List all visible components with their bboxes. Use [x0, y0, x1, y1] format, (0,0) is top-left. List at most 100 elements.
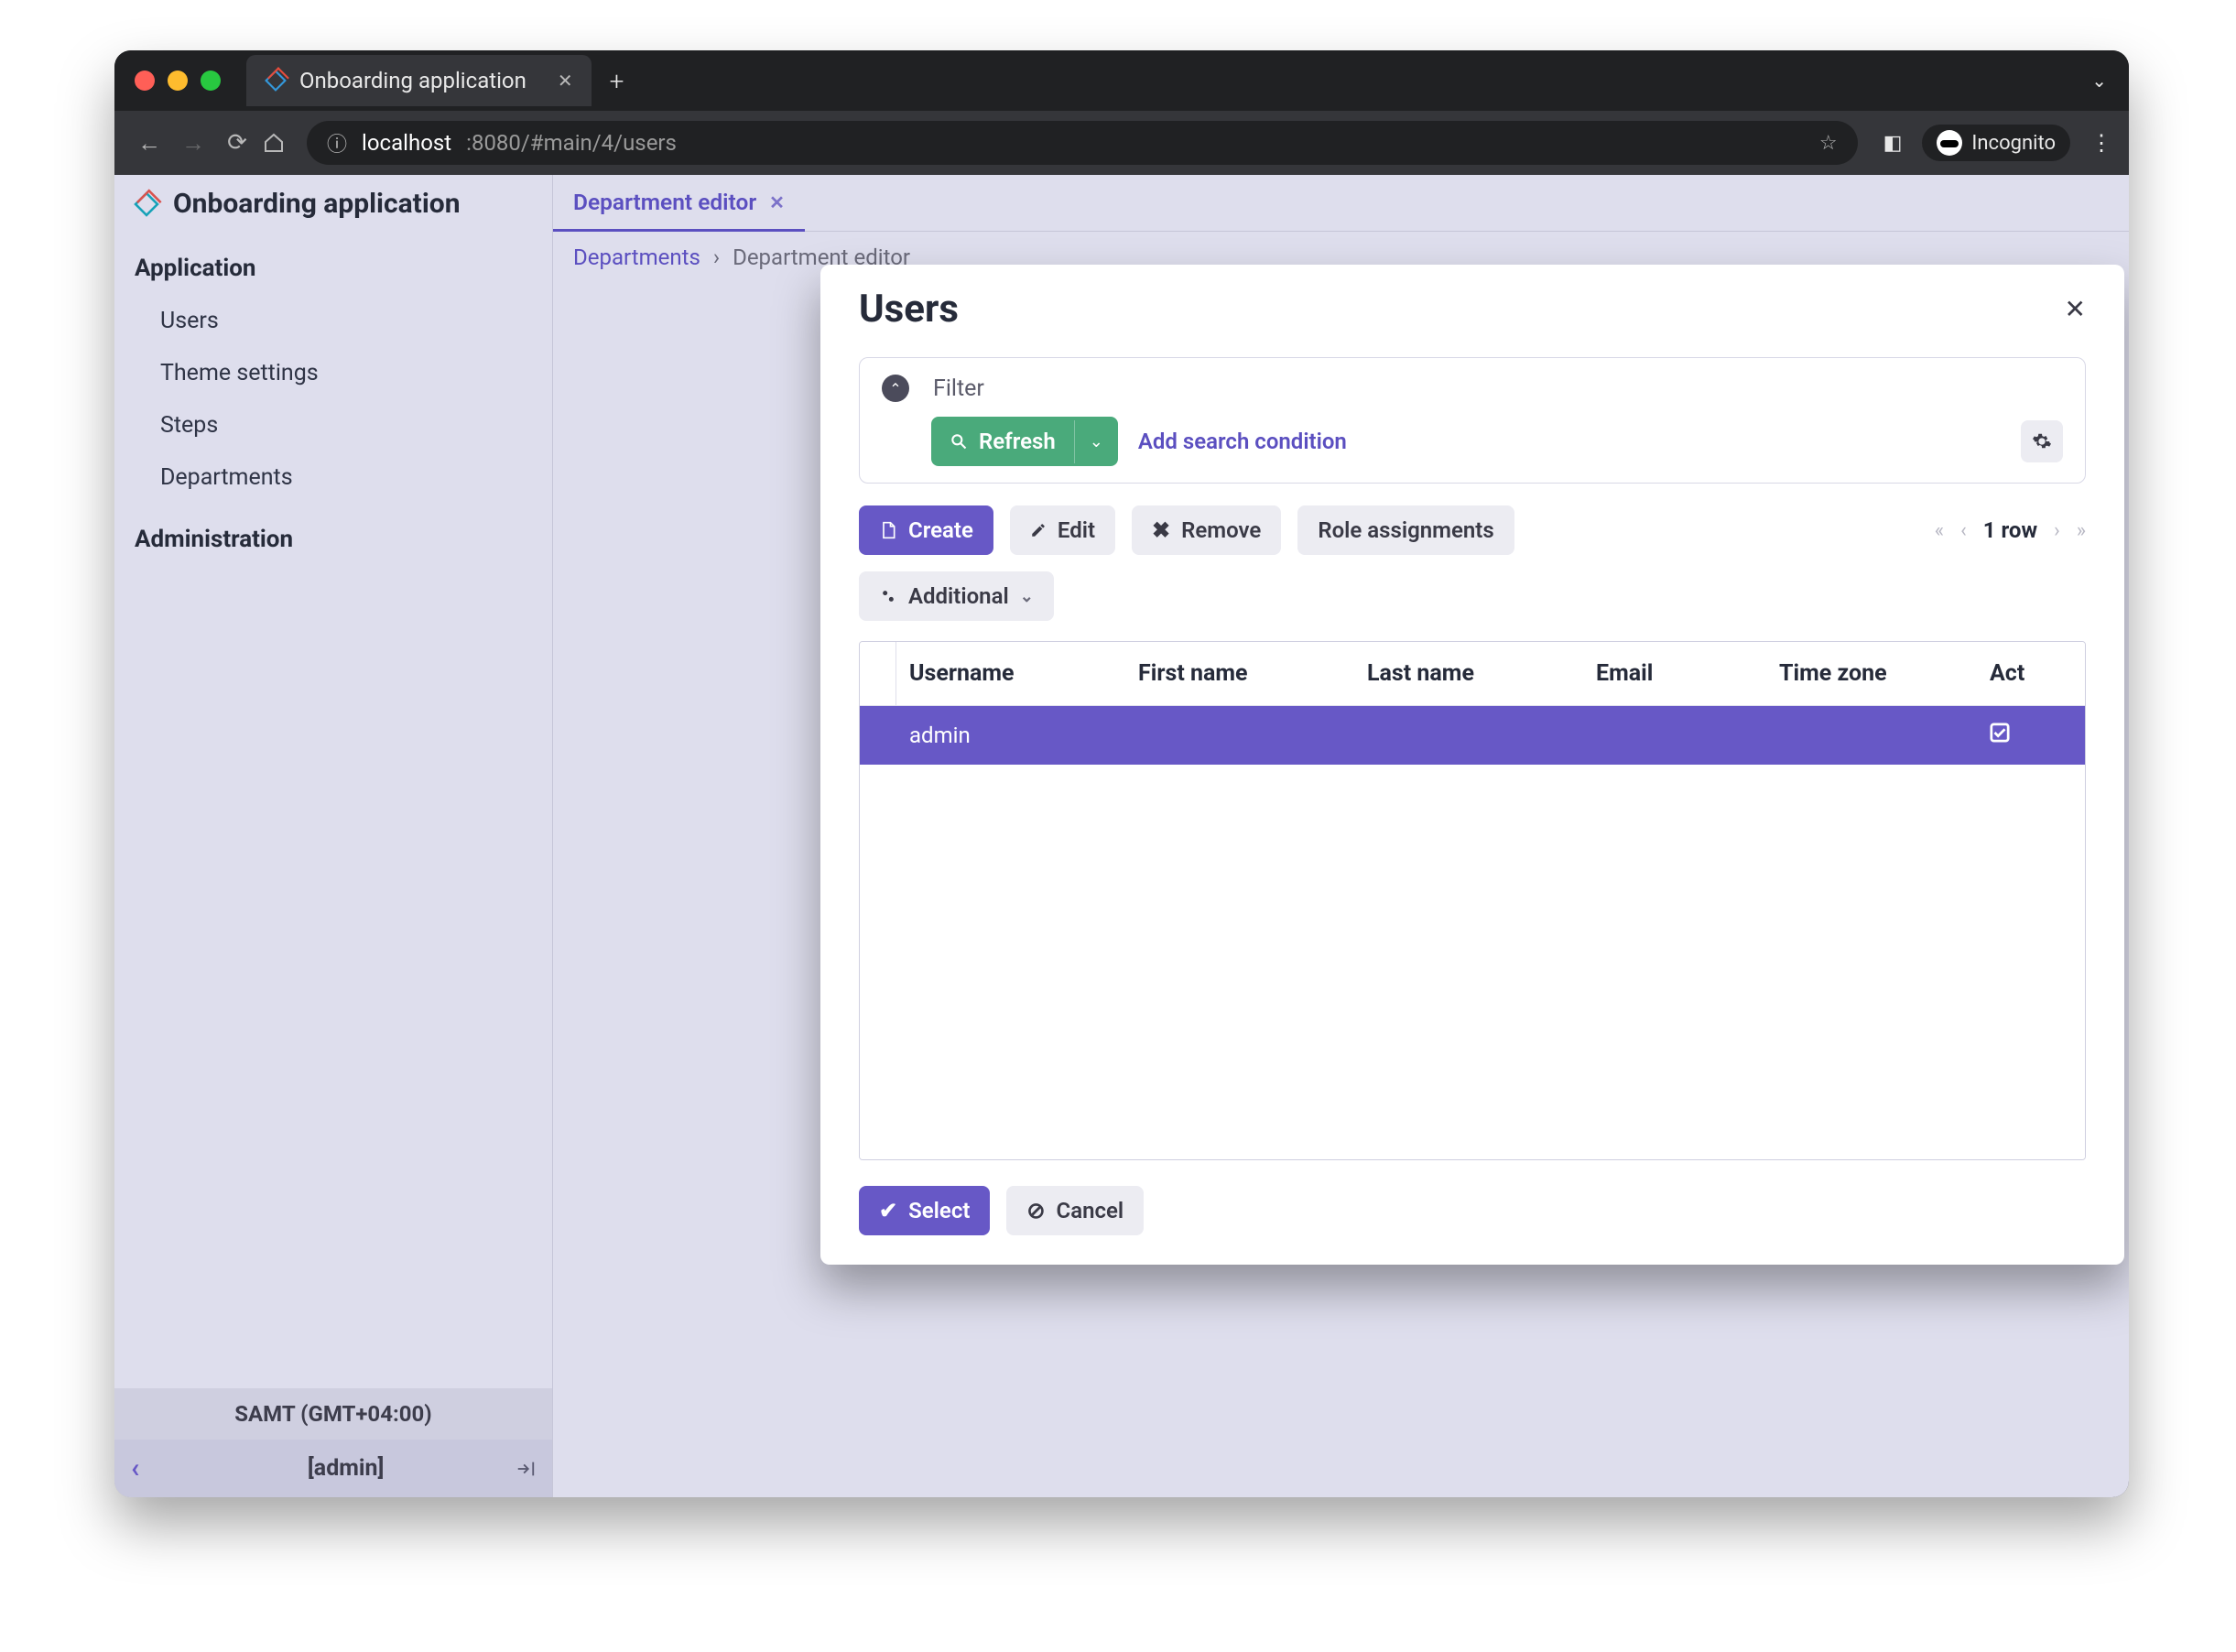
sidebar-item-users[interactable]: Users: [114, 295, 552, 347]
remove-button[interactable]: ✖ Remove: [1132, 505, 1281, 555]
check-icon: [1990, 723, 2010, 743]
refresh-dropdown-button[interactable]: ⌄: [1074, 420, 1118, 463]
table-body-empty: [860, 765, 2085, 1159]
th-first-name[interactable]: First name: [1125, 642, 1354, 705]
remove-x-icon: ✖: [1152, 517, 1170, 543]
ban-icon: ⊘: [1026, 1198, 1045, 1223]
nav-home-button[interactable]: [263, 132, 299, 154]
cell-email: [1583, 706, 1766, 765]
url-path: :8080/#main/4/users: [466, 130, 677, 156]
add-search-condition-link[interactable]: Add search condition: [1138, 429, 1347, 454]
extensions-icon[interactable]: ◧: [1883, 132, 1903, 155]
pager-next-button[interactable]: ›: [2054, 519, 2060, 542]
cell-last-name: [1354, 706, 1583, 765]
sidebar-section-application[interactable]: Application: [114, 233, 552, 295]
browser-menu-button[interactable]: ⋮: [2090, 130, 2112, 156]
browser-tab[interactable]: Onboarding application ✕: [246, 55, 592, 106]
select-button[interactable]: ✔ Select: [859, 1186, 990, 1235]
th-last-name[interactable]: Last name: [1354, 642, 1583, 705]
crud-toolbar: Create Edit ✖ Remove Role assignments: [859, 505, 2086, 555]
modal-title: Users: [859, 287, 959, 331]
cell-time-zone: [1766, 706, 1977, 765]
pager: « ‹ 1 row › »: [1935, 517, 2086, 543]
cell-active: [1977, 706, 2068, 765]
sidebar-section-administration[interactable]: Administration: [114, 504, 552, 566]
users-modal: Users ✕ ⌃ Filter Refresh: [820, 265, 2124, 1265]
main-area: Department editor ✕ Departments › Depart…: [553, 175, 2129, 1497]
search-icon: [950, 432, 968, 451]
sidebar-item-theme-settings[interactable]: Theme settings: [114, 347, 552, 399]
brand-logo-icon: [133, 190, 160, 218]
timezone-label[interactable]: SAMT (GMT+04:00): [114, 1388, 552, 1440]
sidebar-item-departments[interactable]: Departments: [114, 451, 552, 504]
nav-forward-button[interactable]: →: [175, 129, 212, 158]
create-button[interactable]: Create: [859, 505, 993, 555]
incognito-badge[interactable]: Incognito: [1922, 125, 2070, 161]
pager-prev-button[interactable]: ‹: [1960, 519, 1967, 542]
filter-settings-button[interactable]: [2021, 420, 2063, 462]
additional-toolbar: Additional ⌄: [859, 571, 2086, 621]
user-row: ‹ [admin]: [114, 1440, 552, 1497]
check-icon: ✔: [879, 1198, 897, 1223]
incognito-icon: [1937, 130, 1962, 156]
filter-label: Filter: [933, 375, 984, 402]
users-table: Username First name Last name Email Time…: [859, 641, 2086, 1160]
logout-icon[interactable]: [516, 1459, 536, 1479]
table-row[interactable]: admin: [860, 706, 2085, 765]
th-active[interactable]: Act: [1977, 642, 2068, 705]
app-favicon-icon: [265, 70, 287, 92]
refresh-label: Refresh: [979, 429, 1056, 454]
cancel-label: Cancel: [1057, 1198, 1124, 1223]
brand[interactable]: Onboarding application: [114, 175, 552, 233]
edit-label: Edit: [1058, 517, 1095, 543]
th-email[interactable]: Email: [1583, 642, 1766, 705]
app-area: Onboarding application Application Users…: [114, 175, 2129, 1497]
additional-button[interactable]: Additional ⌄: [859, 571, 1054, 621]
chevron-down-icon: ⌄: [1020, 587, 1034, 606]
pager-last-button[interactable]: »: [2077, 519, 2086, 542]
url-box[interactable]: ⓘ localhost :8080/#main/4/users ☆: [307, 121, 1858, 165]
tabs-menu-button[interactable]: ⌄: [2091, 70, 2107, 92]
filter-collapse-icon[interactable]: ⌃: [882, 375, 909, 402]
bookmark-star-icon[interactable]: ☆: [1819, 132, 1838, 155]
sidebar-item-steps[interactable]: Steps: [114, 399, 552, 451]
gear-icon: [2032, 431, 2052, 451]
th-select[interactable]: [860, 642, 896, 705]
filter-header: ⌃ Filter: [882, 375, 2063, 402]
collapse-sidebar-button[interactable]: ‹: [131, 1452, 139, 1484]
tab-close-button[interactable]: ✕: [558, 70, 573, 92]
roles-label: Role assignments: [1318, 517, 1493, 543]
current-user-label[interactable]: [admin]: [176, 1455, 516, 1482]
modal-overlay: Users ✕ ⌃ Filter Refresh: [553, 175, 2129, 1497]
additional-label: Additional: [908, 583, 1009, 609]
cogs-icon: [879, 587, 897, 605]
browser-window: Onboarding application ✕ + ⌄ ← → ⟳ ⓘ loc…: [114, 50, 2129, 1497]
cell-username: admin: [896, 706, 1125, 765]
window-maximize-button[interactable]: [201, 71, 221, 91]
filter-actions: Refresh ⌄ Add search condition: [882, 417, 2063, 466]
role-assignments-button[interactable]: Role assignments: [1297, 505, 1514, 555]
modal-footer: ✔ Select ⊘ Cancel: [859, 1186, 2086, 1235]
edit-button[interactable]: Edit: [1010, 505, 1115, 555]
refresh-button[interactable]: Refresh ⌄: [931, 417, 1118, 466]
refresh-main: Refresh: [931, 417, 1074, 466]
site-info-icon[interactable]: ⓘ: [327, 128, 347, 158]
pencil-icon: [1030, 522, 1047, 538]
pager-count-label: 1 row: [1983, 517, 2037, 543]
new-tab-button[interactable]: +: [610, 66, 624, 96]
nav-reload-button[interactable]: ⟳: [219, 129, 255, 157]
cancel-button[interactable]: ⊘ Cancel: [1006, 1186, 1144, 1235]
remove-label: Remove: [1181, 517, 1261, 543]
window-minimize-button[interactable]: [168, 71, 188, 91]
brand-title: Onboarding application: [173, 188, 461, 220]
window-close-button[interactable]: [135, 71, 155, 91]
th-time-zone[interactable]: Time zone: [1766, 642, 1977, 705]
nav-back-button[interactable]: ←: [131, 129, 168, 158]
th-username[interactable]: Username: [896, 642, 1125, 705]
modal-close-button[interactable]: ✕: [2065, 294, 2086, 324]
cell-first-name: [1125, 706, 1354, 765]
url-host: localhost: [362, 130, 451, 156]
pager-first-button[interactable]: «: [1935, 519, 1944, 542]
cell-select: [860, 706, 896, 765]
filter-panel: ⌃ Filter Refresh ⌄ Add search: [859, 357, 2086, 484]
